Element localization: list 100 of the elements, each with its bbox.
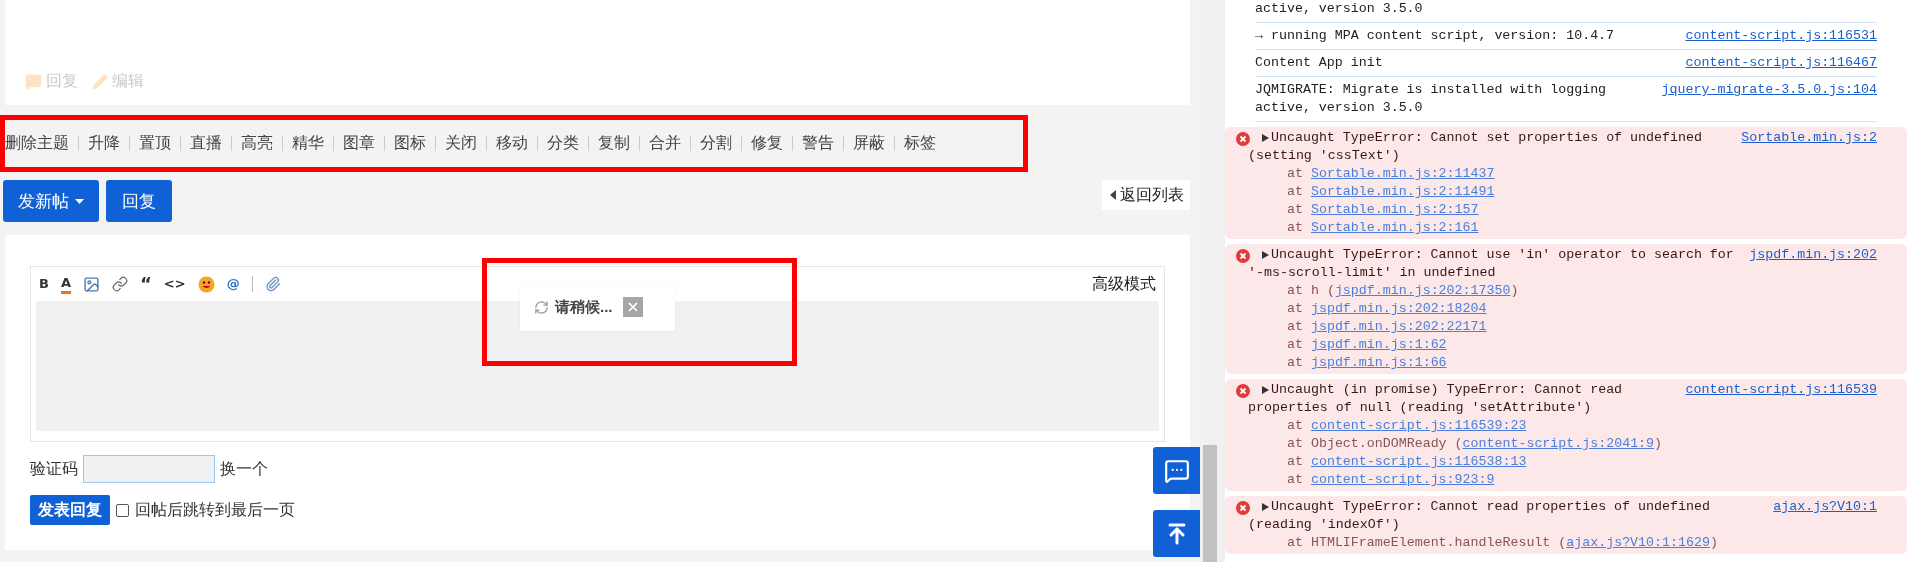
- back-to-list-link[interactable]: 返回列表: [1102, 180, 1190, 210]
- stack-text: at: [1287, 183, 1304, 201]
- bold-tool[interactable]: B: [39, 276, 49, 292]
- stack-link[interactable]: Sortable.min.js:2:157: [1310, 201, 1479, 219]
- stack-link[interactable]: content-script.js:116538:13: [1310, 453, 1527, 471]
- moderation-link[interactable]: 置顶: [139, 133, 171, 154]
- loading-text: 请稍候...: [555, 297, 613, 317]
- stack-text: at: [1287, 201, 1304, 219]
- console-text: active, version 3.5.0: [1255, 99, 1424, 117]
- link-icon[interactable]: [112, 276, 128, 292]
- stack-link[interactable]: content-script.js:116539:23: [1310, 417, 1527, 435]
- chat-icon: [1163, 457, 1190, 484]
- error-icon: [1236, 132, 1250, 146]
- back-to-top-button[interactable]: [1153, 510, 1200, 557]
- stack-link[interactable]: jspdf.min.js:1:66: [1310, 354, 1447, 372]
- stack-link[interactable]: jspdf.min.js:202:22171: [1310, 318, 1487, 336]
- stack-link[interactable]: content-script.js:923:9: [1310, 471, 1495, 489]
- smiley-icon[interactable]: [197, 275, 215, 293]
- stack-link[interactable]: content-script.js:2041:9: [1462, 435, 1655, 453]
- moderation-link[interactable]: 分割: [700, 133, 732, 154]
- source-link[interactable]: Sortable.min.js:2: [1741, 129, 1877, 147]
- quote-tool[interactable]: “: [140, 276, 152, 292]
- caret-left-icon: [1110, 190, 1116, 200]
- console-text: JQMIGRATE: Migrate is installed with logging: [1255, 81, 1608, 99]
- error-icon: [1236, 384, 1250, 398]
- stack-text: ): [1654, 435, 1663, 453]
- submit-reply-button[interactable]: 发表回复: [30, 495, 110, 525]
- moderation-link[interactable]: 屏蔽: [853, 133, 885, 154]
- console-text: (setting 'cssText'): [1248, 147, 1401, 165]
- console-text: → running MPA content script, version: 10.4.7: [1255, 27, 1616, 45]
- source-link[interactable]: jspdf.min.js:202: [1749, 246, 1877, 264]
- spinner-icon: [534, 299, 549, 315]
- console-text: Uncaught TypeError: Cannot read properties of undefined: [1271, 498, 1711, 516]
- advanced-mode-link[interactable]: 高级模式: [1092, 273, 1156, 295]
- stack-text: at: [1287, 336, 1304, 354]
- moderation-link[interactable]: 高亮: [241, 133, 273, 154]
- stack-link[interactable]: Sortable.min.js:2:11491: [1310, 183, 1495, 201]
- stack-text: at: [1287, 453, 1304, 471]
- stack-text: at HTMLIFrameElement.handleResult (: [1287, 534, 1567, 552]
- moderation-link[interactable]: 移动: [496, 133, 528, 154]
- caret-down-icon: [75, 198, 84, 204]
- stack-text: at h (: [1287, 282, 1335, 300]
- attach-icon[interactable]: [264, 276, 281, 292]
- stack-link[interactable]: Sortable.min.js:2:161: [1310, 219, 1479, 237]
- moderation-link[interactable]: 分类: [547, 133, 579, 154]
- moderation-link[interactable]: 图标: [394, 133, 426, 154]
- error-icon: [1236, 501, 1250, 515]
- scrollbar-thumb[interactable]: [1203, 445, 1217, 562]
- stack-text: at: [1287, 354, 1304, 372]
- console-text: (reading 'indexOf'): [1248, 516, 1401, 534]
- chat-button[interactable]: [1153, 447, 1200, 494]
- source-link[interactable]: jquery-migrate-3.5.0.js:104: [1661, 81, 1877, 99]
- reply-button[interactable]: 回复: [106, 180, 172, 222]
- stack-text: at: [1287, 471, 1304, 489]
- stack-text: at Object.onDOMReady (: [1287, 435, 1463, 453]
- moderation-link[interactable]: 合并: [649, 133, 681, 154]
- moderation-link[interactable]: 修复: [751, 133, 783, 154]
- checkbox[interactable]: [116, 503, 129, 517]
- moderation-link[interactable]: 图章: [343, 133, 375, 154]
- error-icon: [1236, 249, 1250, 263]
- console-text: Content App init: [1255, 54, 1384, 72]
- new-thread-button[interactable]: 发新帖: [3, 180, 99, 222]
- captcha-label: 验证码: [30, 458, 78, 479]
- source-link[interactable]: content-script.js:116531: [1685, 27, 1877, 45]
- stack-text: ): [1709, 534, 1718, 552]
- stack-text: ): [1510, 282, 1519, 300]
- moderation-link[interactable]: 直播: [190, 133, 222, 154]
- stack-link[interactable]: Sortable.min.js:2:11437: [1310, 165, 1495, 183]
- stack-text: at: [1287, 318, 1304, 336]
- code-tool[interactable]: <>: [163, 276, 186, 292]
- stack-link[interactable]: jspdf.min.js:202:17350: [1334, 282, 1511, 300]
- stack-text: at: [1287, 300, 1304, 318]
- captcha-field[interactable]: [83, 455, 215, 483]
- moderation-link[interactable]: 复制: [598, 133, 630, 154]
- source-link[interactable]: ajax.js?V10:1: [1773, 498, 1877, 516]
- image-icon[interactable]: [83, 275, 100, 293]
- console-text: properties of null (reading 'setAttribute'): [1248, 399, 1593, 417]
- console-text: active, version 3.5.0: [1255, 0, 1424, 18]
- moderation-link[interactable]: 警告: [802, 133, 834, 154]
- moderation-link[interactable]: 精华: [292, 133, 324, 154]
- console-text: '-ms-scroll-limit' in undefined: [1248, 264, 1497, 282]
- color-tool[interactable]: A: [60, 274, 71, 294]
- at-tool[interactable]: @: [226, 276, 240, 292]
- checkbox-label: 回帖后跳转到最后一页: [135, 499, 295, 520]
- moderation-link[interactable]: 删除主题: [5, 133, 69, 154]
- stack-text: at: [1287, 219, 1304, 237]
- stack-link[interactable]: jspdf.min.js:202:18204: [1310, 300, 1487, 318]
- stack-text: at: [1287, 165, 1304, 183]
- console-text: Uncaught TypeError: Cannot use 'in' operator to search for: [1271, 246, 1735, 264]
- moderation-link[interactable]: 标签: [904, 133, 936, 154]
- stack-link[interactable]: jspdf.min.js:1:62: [1310, 336, 1447, 354]
- moderation-link[interactable]: 关闭: [445, 133, 477, 154]
- speech-bubble-icon: [25, 73, 42, 90]
- stack-text: at: [1287, 417, 1304, 435]
- moderation-link[interactable]: 升降: [88, 133, 120, 154]
- stack-link[interactable]: ajax.js?V10:1:1629: [1566, 534, 1710, 552]
- source-link[interactable]: content-script.js:116467: [1685, 54, 1877, 72]
- refresh-captcha-link[interactable]: 换一个: [220, 458, 268, 480]
- console-text: Uncaught TypeError: Cannot set properties of undefined: [1271, 129, 1703, 147]
- source-link[interactable]: content-script.js:116539: [1685, 381, 1877, 399]
